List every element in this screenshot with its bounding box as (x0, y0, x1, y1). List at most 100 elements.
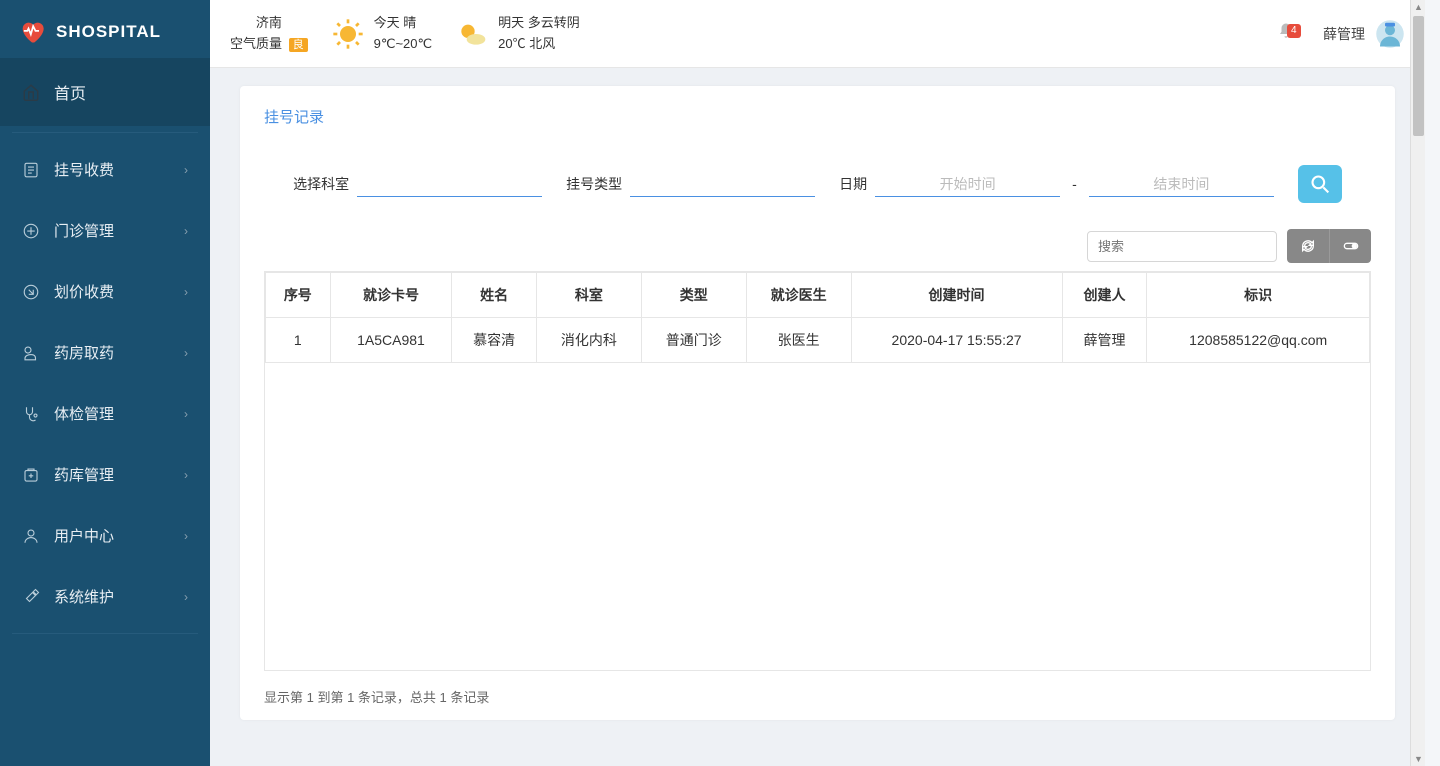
content-scroll[interactable]: 挂号记录 选择科室 挂号类型 日期 - (210, 68, 1425, 766)
stethoscope-icon (22, 405, 40, 423)
col-no[interactable]: 序号 (266, 273, 331, 318)
cell-doctor: 张医生 (746, 318, 851, 363)
nav-label: 体检管理 (54, 403, 114, 424)
table-toolbar (264, 229, 1371, 263)
cloudy-sun-icon (456, 18, 488, 50)
sidebar-divider (12, 633, 198, 634)
toggle-button[interactable] (1329, 229, 1371, 263)
date-end-input[interactable] (1089, 172, 1274, 197)
nav-register-fee[interactable]: 挂号收费 › (0, 139, 210, 200)
outpatient-icon (22, 222, 40, 240)
filter-department: 选择科室 (293, 172, 542, 197)
cell-card: 1A5CA981 (330, 318, 452, 363)
refresh-icon (1300, 238, 1316, 254)
scroll-down-arrow[interactable]: ▼ (1414, 754, 1423, 764)
filter-dept-label: 选择科室 (293, 174, 349, 194)
page-scrollbar[interactable]: ▲ ▼ (1410, 0, 1425, 766)
filter-date-label: 日期 (839, 174, 867, 194)
chevron-right-icon: › (184, 468, 188, 482)
col-card[interactable]: 就诊卡号 (330, 273, 452, 318)
dept-select[interactable] (357, 172, 542, 197)
table-search-input[interactable] (1087, 231, 1277, 262)
date-separator: - (1068, 176, 1081, 192)
col-mark[interactable]: 标识 (1147, 273, 1370, 318)
col-dept[interactable]: 科室 (537, 273, 642, 318)
nav-label: 系统维护 (54, 586, 114, 607)
filter-type-label: 挂号类型 (566, 174, 622, 194)
nav-home[interactable]: 首页 (0, 58, 210, 126)
chevron-right-icon: › (184, 285, 188, 299)
nav-label: 划价收费 (54, 281, 114, 302)
col-type[interactable]: 类型 (641, 273, 746, 318)
filter-search-button[interactable] (1298, 165, 1342, 203)
nav-drugstore[interactable]: 药库管理 › (0, 444, 210, 505)
col-created[interactable]: 创建时间 (851, 273, 1062, 318)
date-start-input[interactable] (875, 172, 1060, 197)
aqi-badge: 良 (289, 38, 308, 52)
chevron-right-icon: › (184, 163, 188, 177)
pharmacy-icon (22, 344, 40, 362)
type-select[interactable] (630, 172, 815, 197)
refresh-button[interactable] (1287, 229, 1329, 263)
nav-pricing[interactable]: 划价收费 › (0, 261, 210, 322)
filter-date: 日期 - (839, 172, 1274, 197)
weather-today: 今天 晴 9℃~20℃ (332, 13, 432, 55)
chevron-right-icon: › (184, 590, 188, 604)
sidebar-divider (12, 132, 198, 133)
sun-icon (332, 18, 364, 50)
brand-name: SHOSPITAL (56, 22, 161, 42)
tomorrow-label: 明天 多云转阴 (498, 13, 580, 34)
nav-exam[interactable]: 体检管理 › (0, 383, 210, 444)
cell-mark: 1208585122@qq.com (1147, 318, 1370, 363)
cell-created: 2020-04-17 15:55:27 (851, 318, 1062, 363)
table-container: 序号 就诊卡号 姓名 科室 类型 就诊医生 创建时间 创建人 标识 (264, 271, 1371, 671)
weather-tomorrow: 明天 多云转阴 20℃ 北风 (456, 13, 580, 55)
drugstore-icon (22, 466, 40, 484)
cell-creator: 薛管理 (1062, 318, 1147, 363)
nav-home-label: 首页 (54, 80, 86, 104)
filter-type: 挂号类型 (566, 172, 815, 197)
nav-outpatient[interactable]: 门诊管理 › (0, 200, 210, 261)
nav-label: 挂号收费 (54, 159, 114, 180)
table-row[interactable]: 1 1A5CA981 慕容清 消化内科 普通门诊 张医生 2020-04-17 … (266, 318, 1370, 363)
col-creator[interactable]: 创建人 (1062, 273, 1147, 318)
user-menu[interactable]: 薛管理 (1323, 19, 1405, 49)
chevron-right-icon: › (184, 407, 188, 421)
user-icon (22, 527, 40, 545)
main-area: 济南 空气质量 良 今天 晴 9℃~20℃ 明天 多云转阴 20℃ 北风 (210, 0, 1425, 766)
records-table: 序号 就诊卡号 姓名 科室 类型 就诊医生 创建时间 创建人 标识 (265, 272, 1370, 363)
sidebar: SHOSPITAL 首页 挂号收费 › 门诊管理 › 划价收费 › 药房取药 › (0, 0, 210, 766)
notif-badge: 4 (1287, 24, 1301, 38)
topbar: 济南 空气质量 良 今天 晴 9℃~20℃ 明天 多云转阴 20℃ 北风 (210, 0, 1425, 68)
scrollbar-thumb[interactable] (1413, 16, 1424, 136)
toggle-icon (1343, 238, 1359, 254)
nav-label: 用户中心 (54, 525, 114, 546)
col-doctor[interactable]: 就诊医生 (746, 273, 851, 318)
cell-dept: 消化内科 (537, 318, 642, 363)
cell-no: 1 (266, 318, 331, 363)
nav-system[interactable]: 系统维护 › (0, 566, 210, 627)
col-name[interactable]: 姓名 (452, 273, 537, 318)
aqi-label: 空气质量 (230, 36, 282, 51)
avatar-icon (1375, 19, 1405, 49)
cell-type: 普通门诊 (641, 318, 746, 363)
nav-label: 药房取药 (54, 342, 114, 363)
nav-label: 药库管理 (54, 464, 114, 485)
chevron-right-icon: › (184, 529, 188, 543)
username: 薛管理 (1323, 24, 1365, 44)
heartbeat-logo-icon (18, 18, 46, 46)
weather-city-block: 济南 空气质量 良 (230, 13, 308, 55)
chevron-right-icon: › (184, 224, 188, 238)
pricing-icon (22, 283, 40, 301)
tomorrow-temp: 20℃ 北风 (498, 34, 580, 55)
city-name: 济南 (230, 13, 308, 34)
nav-label: 门诊管理 (54, 220, 114, 241)
nav-user-center[interactable]: 用户中心 › (0, 505, 210, 566)
scroll-up-arrow[interactable]: ▲ (1414, 2, 1423, 12)
search-icon (1310, 174, 1330, 194)
notifications-button[interactable]: 4 (1277, 22, 1295, 45)
nav-pharmacy[interactable]: 药房取药 › (0, 322, 210, 383)
chevron-right-icon: › (184, 346, 188, 360)
brand-block: SHOSPITAL (0, 0, 210, 58)
cell-name: 慕容清 (452, 318, 537, 363)
